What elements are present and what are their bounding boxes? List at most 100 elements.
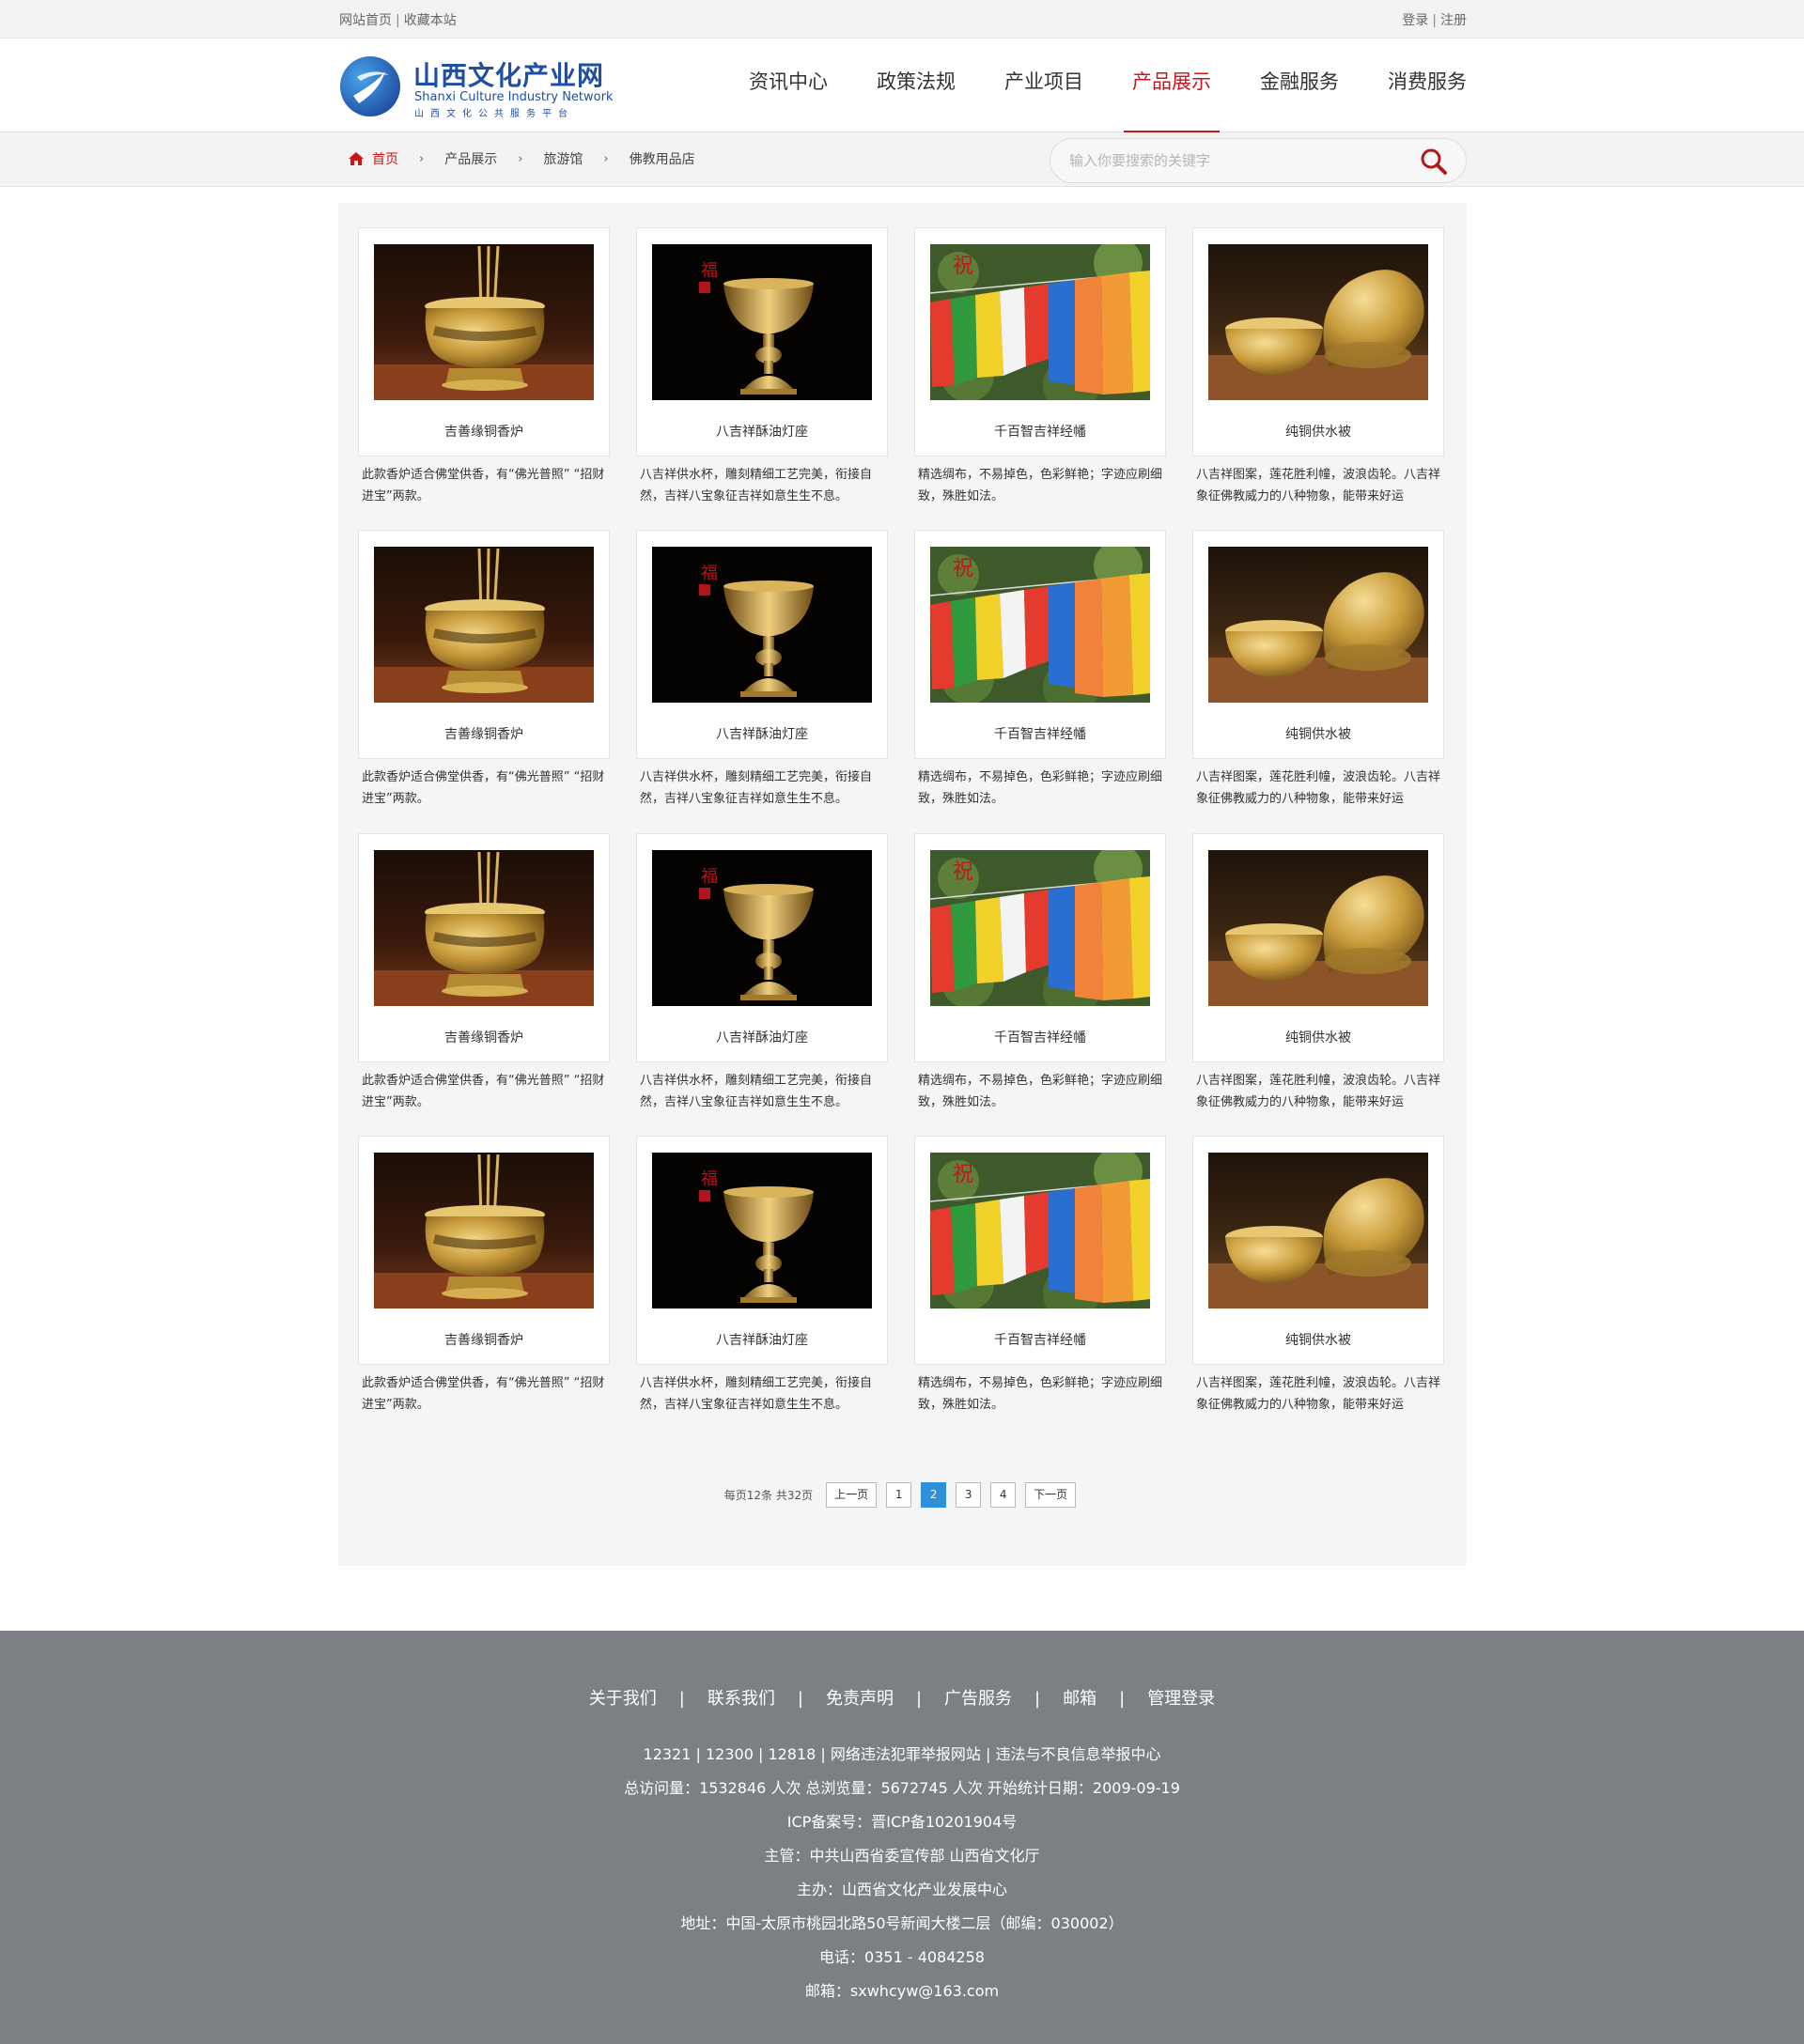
bookmark-link[interactable]: 收藏本站 — [404, 13, 457, 28]
next-page-button[interactable]: 下一页 — [1025, 1482, 1077, 1508]
product-image[interactable]: 祝 — [930, 850, 1150, 1006]
product-description: 此款香炉适合佛堂供香，有“佛光普照” “招财进宝”两款。 — [362, 770, 605, 806]
product-card: 福 八吉祥酥油灯座 八吉祥供水杯，雕刻精细工艺完美，衔接自然，吉祥八宝象征吉祥如… — [636, 227, 888, 507]
footer-link-admin[interactable]: 管理登录 — [1147, 1689, 1215, 1709]
breadcrumb-separator: › — [419, 151, 425, 166]
product-card-link[interactable]: 吉善缘铜香炉 — [358, 833, 610, 1062]
footer-report-links[interactable]: 12321 | 12300 | 12818 | 网络违法犯罪举报网站 | 违法与… — [0, 1738, 1804, 1772]
product-card: 祝 千百智吉祥经幡 精选绸布，不易掉色，色彩鲜艳；字迹应刷细致，殊胜如法。 — [914, 833, 1166, 1113]
product-image[interactable]: 祝 — [930, 1153, 1150, 1308]
product-title[interactable]: 千百智吉祥经幡 — [915, 422, 1165, 441]
product-card-link[interactable]: 吉善缘铜香炉 — [358, 1136, 610, 1365]
product-image[interactable] — [1208, 1153, 1428, 1308]
product-description: 此款香炉适合佛堂供香，有“佛光普照” “招财进宝”两款。 — [362, 1074, 605, 1109]
footer-address: 地址：中国-太原市桃园北路50号新闻大楼二层（邮编：030002） — [680, 1914, 1124, 1932]
product-image[interactable] — [1208, 547, 1428, 703]
product-image[interactable]: 祝 — [930, 244, 1150, 400]
product-title[interactable]: 千百智吉祥经幡 — [915, 1330, 1165, 1349]
pagination-info: 每页12条 共32页 — [723, 1489, 814, 1502]
product-card-link[interactable]: 福 八吉祥酥油灯座 — [636, 227, 888, 457]
top-bar-right: 登录 | 注册 — [1402, 13, 1467, 28]
product-title[interactable]: 八吉祥酥油灯座 — [637, 1330, 887, 1349]
product-card-link[interactable]: 福 八吉祥酥油灯座 — [636, 530, 888, 759]
product-image[interactable]: 福 — [652, 1153, 872, 1308]
product-card-link[interactable]: 吉善缘铜香炉 — [358, 530, 610, 759]
product-card-link[interactable]: 纯铜供水被 — [1192, 530, 1444, 759]
breadcrumb-tourism[interactable]: 旅游馆 — [543, 149, 583, 168]
site-footer: 关于我们 | 联系我们 | 免责声明 | 广告服务 | 邮箱 | 管理登录 12321 | 1230… — [0, 1631, 1804, 2044]
product-card: 福 八吉祥酥油灯座 八吉祥供水杯，雕刻精细工艺完美，衔接自然，吉祥八宝象征吉祥如… — [636, 530, 888, 810]
product-title[interactable]: 八吉祥酥油灯座 — [637, 1028, 887, 1046]
footer-link-contact[interactable]: 联系我们 — [708, 1689, 775, 1709]
page-2-button[interactable]: 2 — [921, 1482, 947, 1508]
register-link[interactable]: 注册 — [1440, 13, 1467, 28]
product-title[interactable]: 八吉祥酥油灯座 — [637, 422, 887, 441]
prev-page-button[interactable]: 上一页 — [826, 1482, 878, 1508]
product-image[interactable] — [374, 850, 594, 1006]
product-card-link[interactable]: 福 八吉祥酥油灯座 — [636, 833, 888, 1062]
product-image[interactable] — [374, 1153, 594, 1308]
nav-item-projects[interactable]: 产业项目 — [1004, 39, 1083, 132]
product-card-link[interactable]: 福 八吉祥酥油灯座 — [636, 1136, 888, 1365]
product-card: 福 八吉祥酥油灯座 八吉祥供水杯，雕刻精细工艺完美，衔接自然，吉祥八宝象征吉祥如… — [636, 1136, 888, 1416]
footer-stats: 总访问量：1532846 人次 总浏览量：5672745 人次 开始统计日期：2… — [624, 1779, 1180, 1797]
product-image[interactable]: 福 — [652, 850, 872, 1006]
product-card: 纯铜供水被 八吉祥图案，莲花胜利幢，波浪齿轮。八吉祥象征佛教威力的八种物象，能带… — [1192, 1136, 1444, 1416]
product-card-link[interactable]: 纯铜供水被 — [1192, 227, 1444, 457]
product-image[interactable] — [1208, 850, 1428, 1006]
product-description: 精选绸布，不易掉色，色彩鲜艳；字迹应刷细致，殊胜如法。 — [918, 770, 1163, 806]
search-box — [1050, 138, 1467, 183]
product-card-link[interactable]: 纯铜供水被 — [1192, 833, 1444, 1062]
product-title[interactable]: 纯铜供水被 — [1193, 1028, 1443, 1046]
product-image[interactable] — [374, 244, 594, 400]
product-image[interactable] — [374, 547, 594, 703]
svg-text:福: 福 — [701, 564, 718, 583]
nav-item-news[interactable]: 资讯中心 — [749, 39, 828, 132]
footer-link-ads[interactable]: 广告服务 — [944, 1689, 1012, 1709]
product-card: 吉善缘铜香炉 此款香炉适合佛堂供香，有“佛光普照” “招财进宝”两款。 — [358, 833, 610, 1113]
footer-link-about[interactable]: 关于我们 — [589, 1689, 657, 1709]
product-card-link[interactable]: 祝 千百智吉祥经幡 — [914, 227, 1166, 457]
page-1-button[interactable]: 1 — [886, 1482, 912, 1508]
login-link[interactable]: 登录 — [1402, 13, 1428, 28]
product-card: 祝 千百智吉祥经幡 精选绸布，不易掉色，色彩鲜艳；字迹应刷细致，殊胜如法。 — [914, 530, 1166, 810]
nav-item-products[interactable]: 产品展示 — [1124, 39, 1220, 132]
product-title[interactable]: 吉善缘铜香炉 — [359, 1330, 609, 1349]
product-card-link[interactable]: 祝 千百智吉祥经幡 — [914, 833, 1166, 1062]
product-title[interactable]: 八吉祥酥油灯座 — [637, 724, 887, 743]
nav-item-policy[interactable]: 政策法规 — [877, 39, 956, 132]
breadcrumb-products[interactable]: 产品展示 — [444, 149, 497, 168]
product-title[interactable]: 纯铜供水被 — [1193, 422, 1443, 441]
nav-item-consumer[interactable]: 消费服务 — [1388, 39, 1467, 132]
product-card-link[interactable]: 吉善缘铜香炉 — [358, 227, 610, 457]
breadcrumb-home[interactable]: 首页 — [348, 149, 398, 168]
product-card: 福 八吉祥酥油灯座 八吉祥供水杯，雕刻精细工艺完美，衔接自然，吉祥八宝象征吉祥如… — [636, 833, 888, 1113]
product-image[interactable] — [1208, 244, 1428, 400]
product-card: 吉善缘铜香炉 此款香炉适合佛堂供香，有“佛光普照” “招财进宝”两款。 — [358, 227, 610, 507]
product-card-link[interactable]: 祝 千百智吉祥经幡 — [914, 1136, 1166, 1365]
nav-item-finance[interactable]: 金融服务 — [1260, 39, 1339, 132]
footer-link-mail[interactable]: 邮箱 — [1063, 1689, 1096, 1709]
footer-link-disclaimer[interactable]: 免责声明 — [826, 1689, 894, 1709]
product-card-link[interactable]: 纯铜供水被 — [1192, 1136, 1444, 1365]
product-card-link[interactable]: 祝 千百智吉祥经幡 — [914, 530, 1166, 759]
product-title[interactable]: 纯铜供水被 — [1193, 1330, 1443, 1349]
site-home-link[interactable]: 网站首页 — [339, 13, 392, 28]
product-title[interactable]: 吉善缘铜香炉 — [359, 724, 609, 743]
search-icon[interactable] — [1419, 147, 1449, 177]
product-title[interactable]: 千百智吉祥经幡 — [915, 724, 1165, 743]
product-image[interactable]: 福 — [652, 547, 872, 703]
page-4-button[interactable]: 4 — [990, 1482, 1017, 1508]
product-title[interactable]: 吉善缘铜香炉 — [359, 422, 609, 441]
page-3-button[interactable]: 3 — [956, 1482, 982, 1508]
site-logo[interactable]: 山西文化产业网 Shanxi Culture Industry Network … — [338, 53, 613, 120]
product-title[interactable]: 吉善缘铜香炉 — [359, 1028, 609, 1046]
product-title[interactable]: 纯铜供水被 — [1193, 724, 1443, 743]
product-title[interactable]: 千百智吉祥经幡 — [915, 1028, 1165, 1046]
product-card: 纯铜供水被 八吉祥图案，莲花胜利幢，波浪齿轮。八吉祥象征佛教威力的八种物象，能带… — [1192, 530, 1444, 810]
search-input[interactable] — [1069, 150, 1407, 171]
home-icon — [349, 152, 364, 165]
product-image[interactable]: 福 — [652, 244, 872, 400]
product-image[interactable]: 祝 — [930, 547, 1150, 703]
breadcrumb-buddhist-shop[interactable]: 佛教用品店 — [630, 149, 695, 168]
